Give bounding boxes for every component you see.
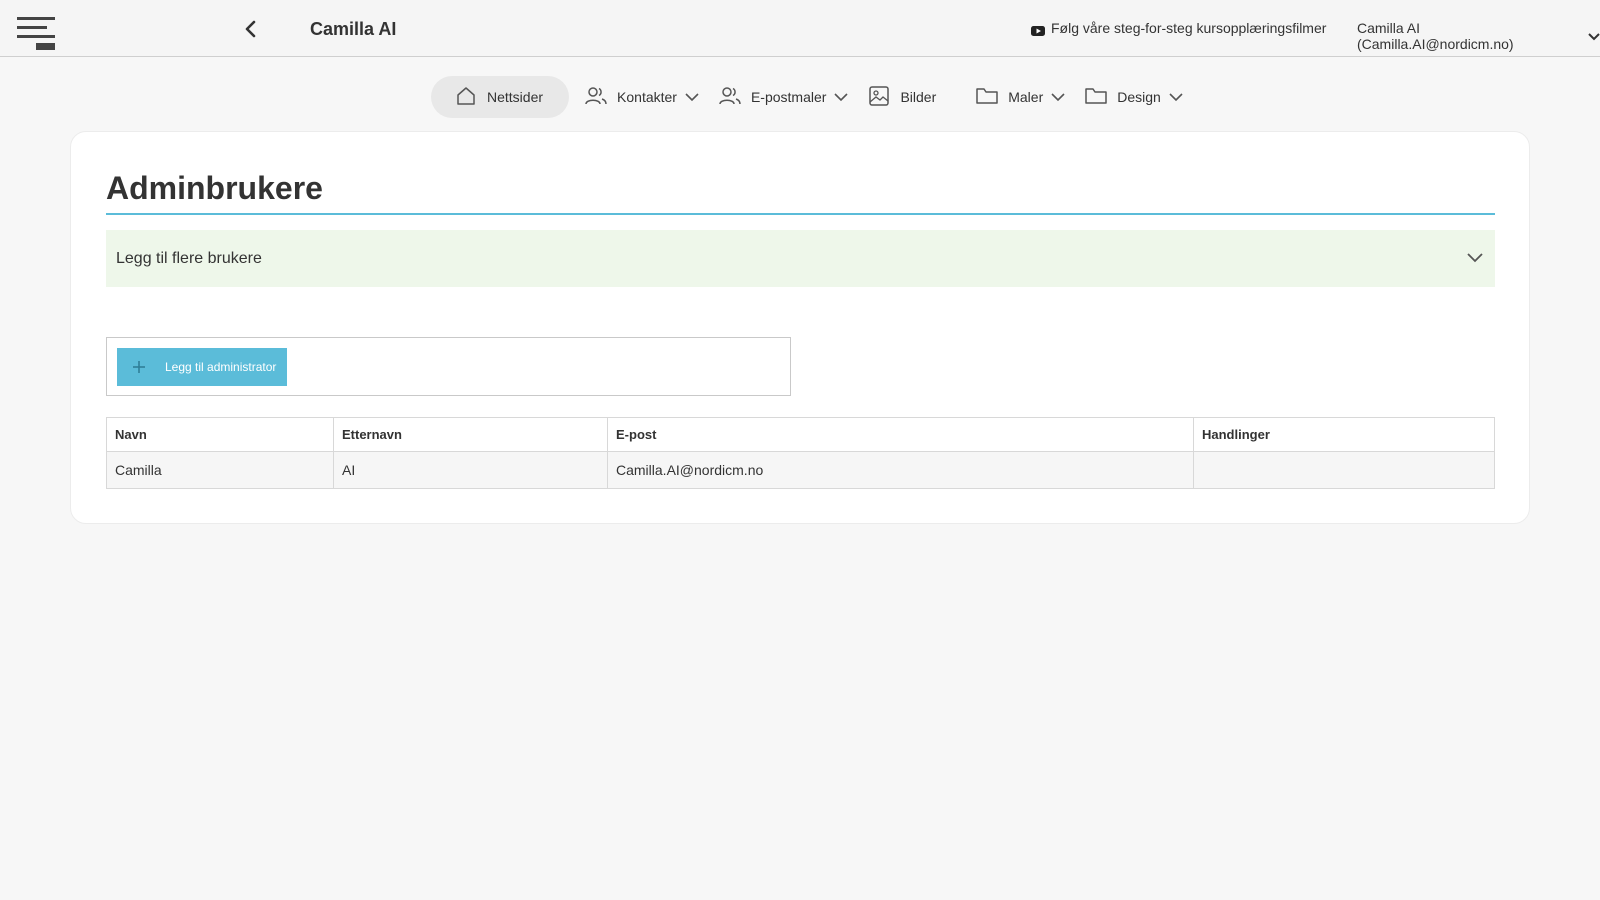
folder-icon xyxy=(976,86,998,109)
nav-item-label: Design xyxy=(1117,89,1161,105)
nav-item-label: Kontakter xyxy=(617,89,677,105)
folder-icon xyxy=(1085,86,1107,109)
chevron-down-icon xyxy=(1467,250,1483,268)
users-icon xyxy=(585,85,607,110)
site-title: Camilla AI xyxy=(310,19,397,39)
table-header-row: Navn Etternavn E-post Handlinger xyxy=(106,417,1495,452)
column-header-etternavn[interactable]: Etternavn xyxy=(333,417,608,452)
cell-navn: Camilla xyxy=(106,451,334,489)
cell-etternavn: AI xyxy=(333,451,608,489)
page-title: Adminbrukere xyxy=(106,170,323,206)
accordion-label: Legg til flere brukere xyxy=(116,249,262,267)
cell-handlinger xyxy=(1193,451,1495,489)
add-admin-button-label: Legg til administrator xyxy=(165,360,277,374)
chevron-down-icon xyxy=(1169,89,1183,105)
column-header-navn[interactable]: Navn xyxy=(106,417,334,452)
image-icon xyxy=(868,85,890,110)
title-divider xyxy=(106,213,1495,215)
add-users-accordion[interactable]: Legg til flere brukere xyxy=(106,230,1495,287)
main-card: Adminbrukere Legg til flere brukere Legg… xyxy=(70,131,1530,524)
youtube-icon xyxy=(1031,23,1045,36)
column-header-e-post[interactable]: E-post xyxy=(607,417,1194,452)
cell-e-post: Camilla.AI@nordicm.no xyxy=(607,451,1194,489)
tutorial-link[interactable]: Følg våre steg-for-steg kursopplæringsfi… xyxy=(1031,20,1326,36)
nav-item-bilder[interactable]: Bilder xyxy=(858,76,946,118)
main-nav: Nettsider Kontakter E-postmaler Bilder M… xyxy=(431,76,1193,118)
menu-icon[interactable] xyxy=(17,17,59,53)
user-menu[interactable]: Camilla AI (Camilla.AI@nordicm.no) xyxy=(1357,20,1600,52)
plus-icon xyxy=(132,360,146,374)
back-arrow-icon[interactable] xyxy=(242,19,260,39)
nav-item-label: E-postmaler xyxy=(750,89,827,105)
users-icon xyxy=(719,85,741,110)
column-header-handlinger: Handlinger xyxy=(1193,417,1495,452)
top-bar: Camilla AI Følg våre steg-for-steg kurso… xyxy=(0,0,1600,57)
table-row[interactable]: Camilla AI Camilla.AI@nordicm.no xyxy=(106,451,1495,489)
nav-item-kontakter[interactable]: Kontakter xyxy=(575,76,709,118)
nav-item-nettsider[interactable]: Nettsider xyxy=(431,76,570,118)
chevron-down-icon xyxy=(1588,28,1600,44)
nav-item-maler[interactable]: Maler xyxy=(966,76,1075,118)
nav-item-label: Bilder xyxy=(900,89,937,105)
add-admin-panel: Legg til administrator xyxy=(106,337,791,396)
chevron-down-icon xyxy=(685,89,699,105)
add-admin-button[interactable]: Legg til administrator xyxy=(117,348,287,386)
nav-item-label: Maler xyxy=(1008,89,1044,105)
home-icon xyxy=(455,85,477,110)
nav-item-e-postmaler[interactable]: E-postmaler xyxy=(709,76,858,118)
nav-item-design[interactable]: Design xyxy=(1075,76,1193,118)
nav-item-label: Nettsider xyxy=(487,89,544,105)
tutorial-link-label: Følg våre steg-for-steg kursopplæringsfi… xyxy=(1051,20,1327,36)
chevron-down-icon xyxy=(1051,89,1065,105)
chevron-down-icon xyxy=(834,89,849,105)
admin-users-table: Navn Etternavn E-post Handlinger Camilla… xyxy=(106,417,1495,489)
user-menu-label: Camilla AI (Camilla.AI@nordicm.no) xyxy=(1357,20,1514,52)
